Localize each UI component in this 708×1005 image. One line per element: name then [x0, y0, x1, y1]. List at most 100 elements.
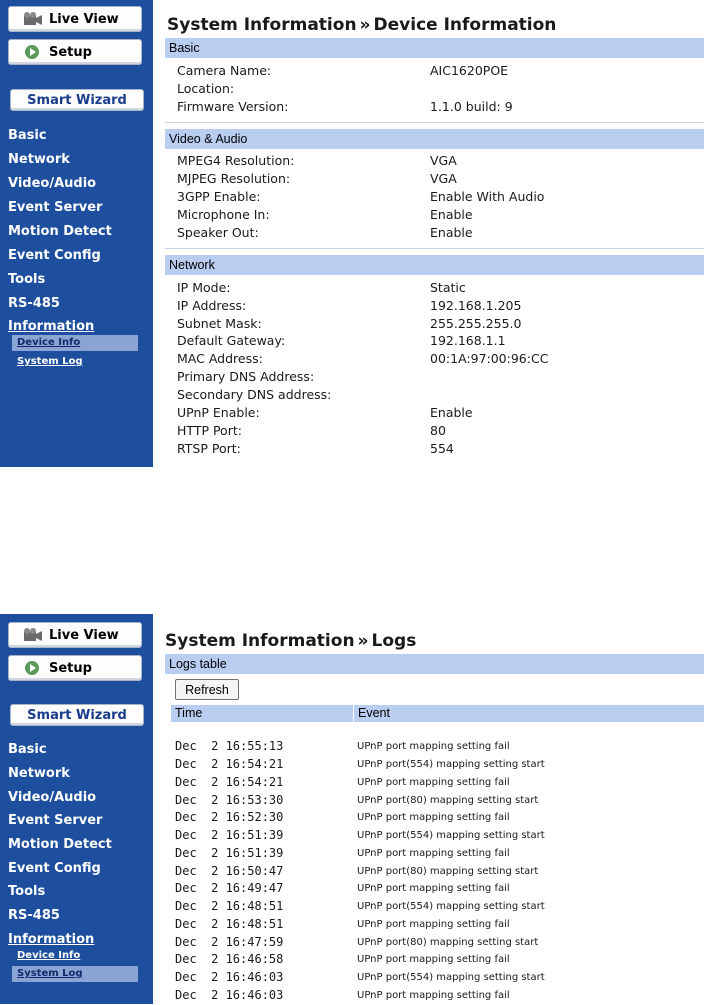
log-row: Dec 2 16:53:30 UPnP port(80) mapping sett… [153, 793, 708, 810]
log-time: Dec 2 16:46:03 [175, 988, 284, 1002]
nav-information[interactable]: Information [8, 319, 94, 334]
info-label: 3GPP Enable: [177, 189, 261, 204]
title-separator: » [359, 15, 371, 35]
info-value: Enable [430, 207, 473, 222]
smart-wizard-button[interactable]: Smart Wizard [10, 89, 144, 111]
nav-rs485[interactable]: RS-485 [8, 296, 60, 311]
nav-tools[interactable]: Tools [8, 272, 45, 287]
log-event: UPnP port mapping setting fail [357, 777, 510, 788]
info-value: Static [430, 280, 466, 295]
setup-label: Setup [49, 660, 92, 676]
log-row: Dec 2 16:55:13 UPnP port mapping setting … [153, 739, 708, 756]
info-label: Primary DNS Address: [177, 369, 315, 384]
sidebar: Live View Setup Smart Wizard Basic Netwo… [0, 0, 153, 467]
section-video-audio-header: Video & Audio [165, 129, 704, 149]
setup-icon [23, 44, 43, 60]
info-row: Microphone In: Enable [177, 207, 708, 225]
info-value: Enable [430, 225, 473, 240]
log-time: Dec 2 16:46:58 [175, 952, 284, 966]
info-value: Enable With Audio [430, 189, 545, 204]
info-row: Location: [177, 81, 708, 99]
smart-wizard-button[interactable]: Smart Wizard [10, 704, 144, 726]
log-event: UPnP port(80) mapping setting start [357, 795, 539, 806]
info-row: MAC Address: 00:1A:97:00:96:CC [177, 351, 708, 369]
log-row: Dec 2 16:46:03 UPnP port mapping setting … [153, 988, 708, 1005]
sub-device-info[interactable]: Device Info [12, 335, 138, 351]
log-row: Dec 2 16:48:51 UPnP port(554) mapping set… [153, 899, 708, 916]
log-time: Dec 2 16:51:39 [175, 846, 284, 860]
log-row: Dec 2 16:52:30 UPnP port mapping setting … [153, 810, 708, 827]
log-row: Dec 2 16:46:58 UPnP port mapping setting … [153, 952, 708, 969]
nav-network[interactable]: Network [8, 766, 70, 781]
divider [165, 122, 704, 123]
info-label: Location: [177, 81, 235, 96]
info-value: AIC1620POE [430, 63, 509, 78]
sub-device-info[interactable]: Device Info [12, 948, 138, 964]
sub-system-log[interactable]: System Log [12, 966, 138, 982]
info-label: Subnet Mask: [177, 316, 262, 331]
info-row: HTTP Port: 80 [177, 423, 708, 441]
nav-event-config[interactable]: Event Config [8, 861, 101, 876]
nav-tools[interactable]: Tools [8, 884, 45, 899]
info-value: Enable [430, 405, 473, 420]
log-row: Dec 2 16:51:39 UPnP port(554) mapping set… [153, 828, 708, 845]
system-log-screen: Live View Setup Smart Wizard Basic Netwo… [0, 614, 708, 1004]
nav-information[interactable]: Information [8, 932, 94, 947]
nav-rs485[interactable]: RS-485 [8, 908, 60, 923]
nav-event-server[interactable]: Event Server [8, 200, 102, 215]
log-time: Dec 2 16:54:21 [175, 757, 284, 771]
log-time: Dec 2 16:46:03 [175, 970, 284, 984]
nav-basic[interactable]: Basic [8, 128, 47, 143]
info-label: IP Address: [177, 298, 247, 313]
live-view-button[interactable]: Live View [8, 6, 142, 32]
info-row: Speaker Out: Enable [177, 225, 708, 243]
log-event: UPnP port mapping setting fail [357, 741, 510, 752]
log-row: Dec 2 16:48:51 UPnP port mapping setting … [153, 917, 708, 934]
info-row: Primary DNS Address: [177, 369, 708, 387]
sidebar: Live View Setup Smart Wizard Basic Netwo… [0, 614, 153, 1004]
nav-video-audio[interactable]: Video/Audio [8, 790, 96, 805]
log-time: Dec 2 16:49:47 [175, 881, 284, 895]
info-label: MAC Address: [177, 351, 263, 366]
nav-event-server[interactable]: Event Server [8, 813, 102, 828]
camera-icon [23, 11, 43, 27]
camera-icon [23, 627, 43, 643]
nav-network[interactable]: Network [8, 152, 70, 167]
refresh-button[interactable]: Refresh [175, 679, 239, 700]
log-time: Dec 2 16:52:30 [175, 810, 284, 824]
log-event: UPnP port mapping setting fail [357, 848, 510, 859]
main-content: System Information» Device Information Ba… [153, 0, 708, 467]
log-event: UPnP port(80) mapping setting start [357, 866, 539, 877]
info-value: 554 [430, 441, 454, 456]
log-row: Dec 2 16:50:47 UPnP port(80) mapping sett… [153, 864, 708, 881]
device-info-screen: Live View Setup Smart Wizard Basic Netwo… [0, 0, 708, 467]
nav-video-audio[interactable]: Video/Audio [8, 176, 96, 191]
info-label: Default Gateway: [177, 333, 286, 348]
log-event: UPnP port(80) mapping setting start [357, 937, 539, 948]
live-view-button[interactable]: Live View [8, 622, 142, 648]
title-separator: » [357, 631, 369, 651]
log-row: Dec 2 16:54:21 UPnP port mapping setting … [153, 775, 708, 792]
nav-motion-detect[interactable]: Motion Detect [8, 224, 112, 239]
setup-button[interactable]: Setup [8, 39, 142, 65]
info-row: UPnP Enable: Enable [177, 405, 708, 423]
info-row: Camera Name: AIC1620POE [177, 63, 708, 81]
live-view-label: Live View [49, 11, 119, 27]
nav-event-config[interactable]: Event Config [8, 248, 101, 263]
info-row: Firmware Version: 1.1.0 build: 9 [177, 99, 708, 117]
info-row: Subnet Mask: 255.255.255.0 [177, 316, 708, 334]
log-row: Dec 2 16:54:21 UPnP port(554) mapping set… [153, 757, 708, 774]
title-section: System Information [165, 631, 355, 651]
info-value: 00:1A:97:00:96:CC [430, 351, 549, 366]
info-value: 255.255.255.0 [430, 316, 522, 331]
info-label: HTTP Port: [177, 423, 242, 438]
nav-basic[interactable]: Basic [8, 742, 47, 757]
info-value: 80 [430, 423, 446, 438]
log-time: Dec 2 16:48:51 [175, 917, 284, 931]
sub-system-log[interactable]: System Log [12, 354, 138, 370]
info-label: Secondary DNS address: [177, 387, 332, 402]
info-value: VGA [430, 171, 457, 186]
nav-motion-detect[interactable]: Motion Detect [8, 837, 112, 852]
setup-button[interactable]: Setup [8, 655, 142, 681]
info-row: Default Gateway: 192.168.1.1 [177, 333, 708, 351]
